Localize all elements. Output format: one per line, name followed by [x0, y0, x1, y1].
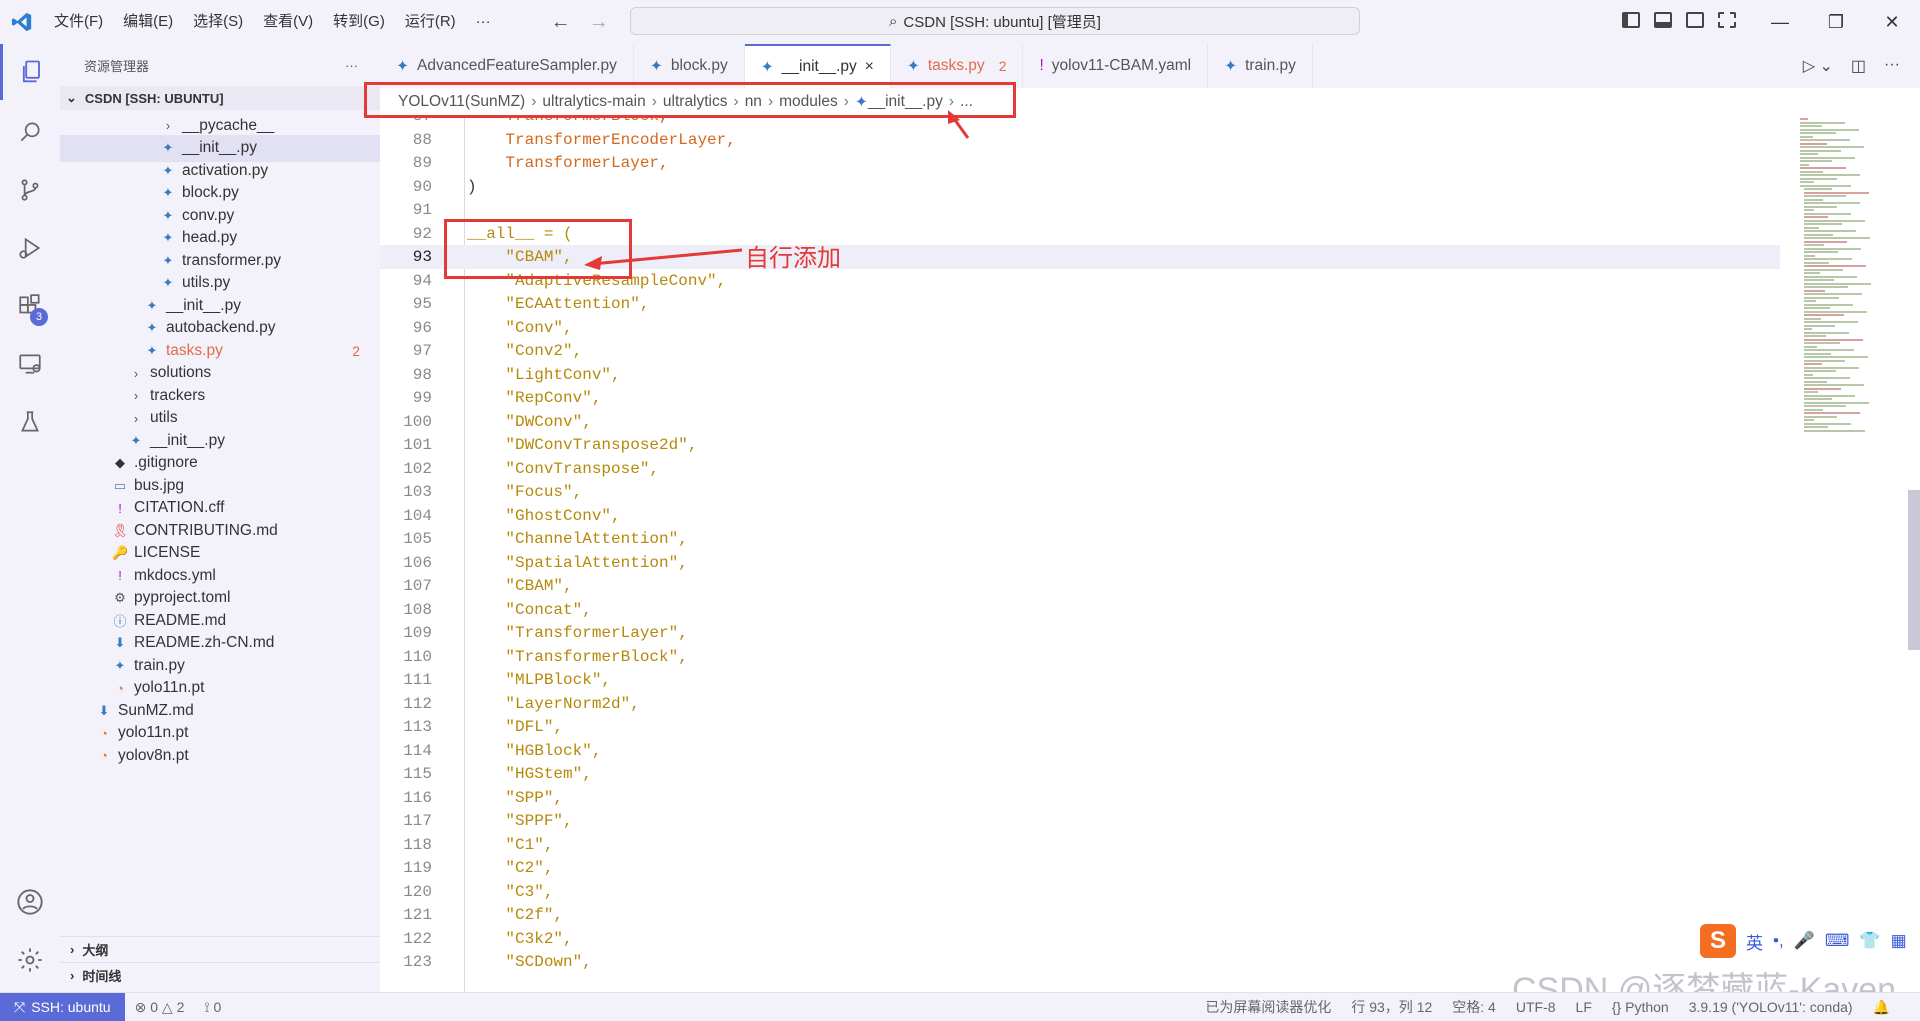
- braces-icon: {}: [1611, 999, 1622, 1015]
- annotation-arrows: [584, 110, 970, 270]
- error-count: 0: [150, 998, 159, 1015]
- annotation-arrowhead: [584, 256, 602, 270]
- annotation-label: 自行添加: [745, 245, 841, 272]
- warning-count: 2: [176, 998, 185, 1015]
- toolbox-icon[interactable]: ▦: [1891, 931, 1907, 951]
- status-right: 已为屏幕阅读器优化 行 93，列 12 空格: 4 UTF-8 LF {} Py…: [1195, 997, 1900, 1017]
- annotation-arrow-add: [591, 248, 743, 266]
- ports-count: 0: [213, 998, 222, 1015]
- skin-icon[interactable]: 👕: [1859, 931, 1880, 951]
- microphone-icon[interactable]: 🎤: [1794, 931, 1815, 951]
- ime-toolbar: S 英 •, 🎤 ⌨ 👕 ▦: [1700, 924, 1907, 958]
- problems-indicator[interactable]: ⊗ 0 △ 2: [125, 999, 195, 1016]
- encoding[interactable]: UTF-8: [1506, 999, 1566, 1015]
- keyboard-icon[interactable]: ⌨: [1825, 931, 1850, 951]
- ime-language[interactable]: 英: [1746, 929, 1763, 954]
- notifications-bell-icon[interactable]: 🔔: [1863, 999, 1900, 1016]
- remote-indicator[interactable]: ⤧ SSH: ubuntu: [0, 993, 125, 1021]
- error-icon: ⊗: [134, 998, 147, 1015]
- screen-reader-status[interactable]: 已为屏幕阅读器优化: [1195, 997, 1341, 1017]
- language-mode[interactable]: {} Python: [1602, 999, 1679, 1015]
- cursor-position[interactable]: 行 93，列 12: [1341, 997, 1442, 1017]
- warning-icon: △: [161, 998, 173, 1015]
- python-interpreter[interactable]: 3.9.19 ('YOLOv11': conda): [1679, 999, 1863, 1015]
- indentation[interactable]: 空格: 4: [1442, 997, 1506, 1017]
- sogou-logo-icon[interactable]: S: [1700, 924, 1736, 958]
- annotation-arrowhead: [948, 110, 960, 124]
- ports-icon: ⟟: [204, 998, 210, 1015]
- language-label: Python: [1625, 999, 1669, 1015]
- punctuation-icon[interactable]: •,: [1773, 931, 1784, 951]
- remote-icon: ⤧: [14, 998, 26, 1015]
- line-ending[interactable]: LF: [1566, 999, 1602, 1015]
- remote-label: SSH: ubuntu: [31, 999, 111, 1015]
- status-bar: ⤧ SSH: ubuntu ⊗ 0 △ 2 ⟟ 0 已为屏幕阅读器优化 行 93…: [0, 992, 1920, 1021]
- ports-indicator[interactable]: ⟟ 0: [194, 999, 231, 1016]
